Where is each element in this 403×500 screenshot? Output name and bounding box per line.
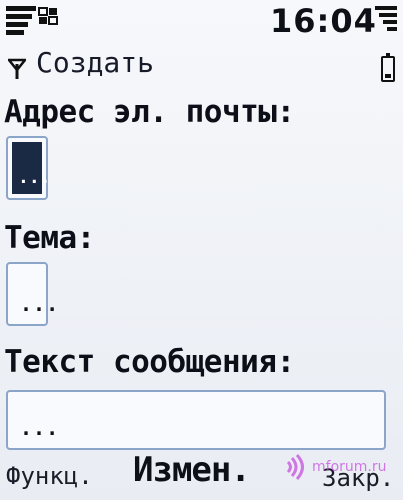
subject-field-value: ... [20,292,60,316]
message-body-field[interactable]: ... [6,390,386,450]
subject-field[interactable]: ... [6,262,58,326]
screen-header: Создать [0,46,403,86]
email-field-cursor: ... [12,142,51,194]
battery-level-icon [381,53,395,82]
subject-label: Тема: [4,220,95,256]
page-title: Создать [36,46,155,79]
options-softkey[interactable]: Функц. [6,462,93,490]
antenna-icon [8,58,26,79]
watermark-text: mforum.ru [312,459,387,475]
network-indicator-icon [38,7,58,25]
email-label: Адрес эл. почты: [4,94,295,130]
message-body-label: Текст сообщения: [4,344,295,380]
edit-softkey[interactable]: Измен. [133,450,251,490]
email-field-value: ... [18,167,51,188]
radio-waves-icon [286,453,304,481]
email-field[interactable]: ... [6,136,51,200]
phone-screen: 16:04 Создать Адрес эл. почты: ... Тема:… [0,0,403,500]
message-body-value: ... [20,416,60,440]
battery-icon [375,6,397,32]
status-bar: 16:04 [0,0,403,42]
clock-time: 16:04 [270,2,377,40]
signal-strength-icon [6,6,36,36]
